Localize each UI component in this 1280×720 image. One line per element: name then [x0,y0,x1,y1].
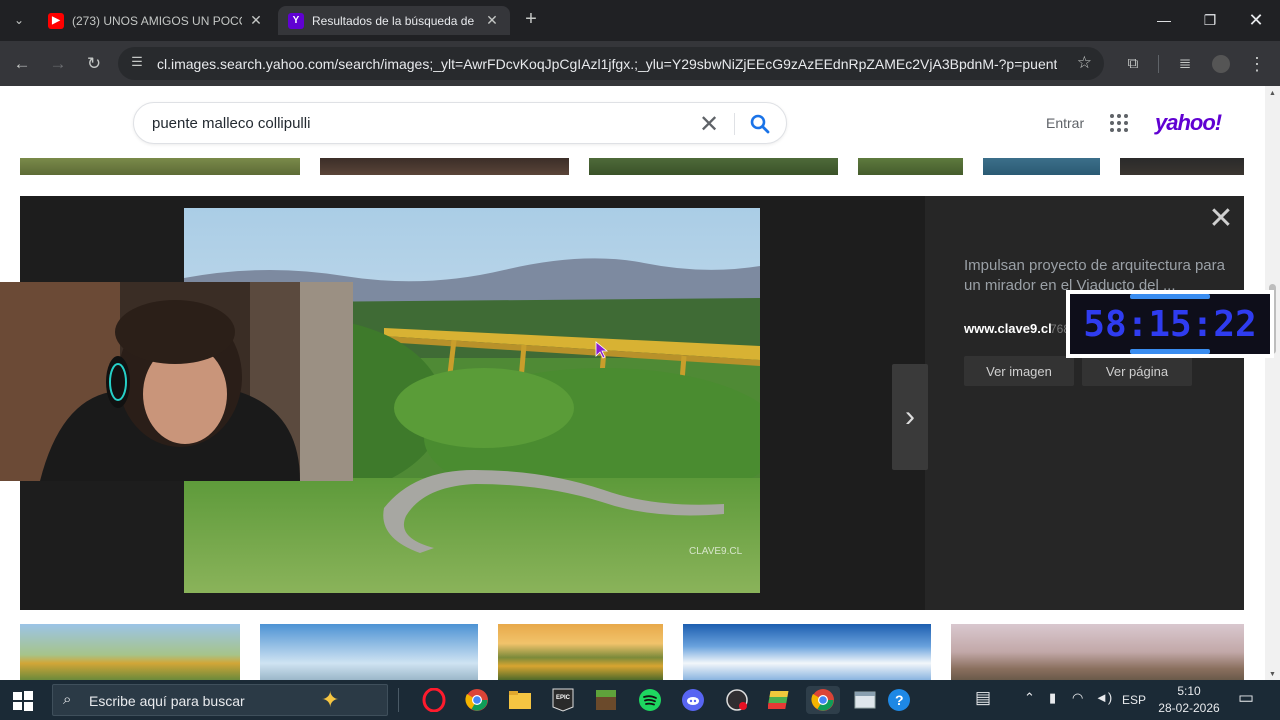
discord-icon[interactable] [678,686,708,714]
profile-avatar[interactable] [1208,51,1234,77]
spotify-icon[interactable] [635,686,665,714]
youtube-icon: ▶ [48,12,64,29]
opera-icon[interactable] [419,686,449,714]
extensions-icon[interactable]: ⧉ [1120,51,1146,77]
menu-kebab-icon[interactable]: ⋮ [1244,51,1270,77]
result-thumbnail[interactable] [20,624,240,680]
clear-search-icon[interactable]: ✕ [699,110,719,139]
timer-tick [1130,294,1210,299]
search-icon[interactable] [748,112,772,136]
search-box[interactable]: puente malleco collipulli ✕ [133,102,787,144]
next-image-button[interactable]: › [892,364,928,470]
microphone-icon[interactable]: ▮ [1049,690,1056,706]
bluestacks-icon[interactable] [765,686,795,714]
url-text[interactable]: cl.images.search.yahoo.com/search/images… [157,56,1057,72]
result-thumbnail[interactable] [589,158,838,175]
app-window-icon[interactable] [850,686,880,714]
scroll-up-icon[interactable]: ▲ [1269,90,1276,97]
yahoo-logo[interactable]: yahoo! [1155,110,1222,136]
forward-icon[interactable]: → [45,51,71,77]
notifications-icon[interactable]: ▭ [1238,688,1254,708]
sparkle-icon: ✦ [321,687,340,712]
apps-grid-icon[interactable] [1110,114,1128,132]
close-window-icon[interactable]: ✕ [1244,8,1268,32]
image-watermark: CLAVE9.CL [689,546,743,557]
view-page-button[interactable]: Ver página [1082,356,1192,386]
yahoo-favicon: Y [288,12,304,29]
svg-text:EPIC: EPIC [556,695,571,701]
tray-overflow-icon[interactable]: ⌃ [1024,690,1035,706]
close-tab-icon[interactable]: ✕ [248,12,264,29]
timer-value: 58:15:22 [1083,303,1257,345]
taskbar-search-placeholder[interactable]: Escribe aquí para buscar [89,693,245,709]
tab-bar: ⌄ ▶ (273) UNOS AMIGOS UN POCO ✕ Y Result… [0,0,1280,41]
windows-taskbar: ⌕ Escribe aquí para buscar ✦ EPIC ? ▤ ⌃ … [0,680,1280,720]
result-thumbnail[interactable] [1120,158,1244,175]
restore-icon[interactable]: ❐ [1198,8,1222,32]
close-tab-icon[interactable]: ✕ [484,12,500,29]
result-thumbnail[interactable] [858,158,963,175]
result-thumbnail[interactable] [20,158,300,175]
mouse-cursor-icon [595,341,609,359]
obs-icon[interactable] [722,686,752,714]
svg-text:?: ? [895,692,904,708]
tab-search-button[interactable]: ⌄ [6,8,32,32]
taskbar-divider [398,688,399,712]
chrome-icon[interactable] [462,686,492,714]
news-widget-icon[interactable]: ▤ [975,688,991,708]
file-explorer-icon[interactable] [505,686,535,714]
close-preview-icon[interactable]: ✕ [1208,204,1234,234]
address-bar[interactable]: ☰ cl.images.search.yahoo.com/search/imag… [118,47,1104,80]
toolbar-divider [1158,55,1159,73]
reload-icon[interactable]: ↻ [81,51,107,77]
windows-start-icon[interactable] [12,690,34,712]
preview-domain[interactable]: www.clave9.cl [964,321,1052,336]
search-input[interactable]: puente malleco collipulli [152,115,310,132]
minecraft-icon[interactable] [591,686,621,714]
bookmark-star-icon[interactable]: ☆ [1077,53,1092,73]
webcam-overlay [0,282,353,481]
site-info-icon[interactable]: ☰ [128,54,146,72]
browser-toolbar: ← → ↻ ☰ cl.images.search.yahoo.com/searc… [0,41,1280,86]
result-thumbnail[interactable] [983,158,1100,175]
chrome-active-icon[interactable] [806,686,840,714]
clock-time: 5:10 [1177,684,1201,698]
media-control-icon[interactable]: ≣ [1172,51,1198,77]
tab-title: (273) UNOS AMIGOS UN POCO [72,13,242,28]
scroll-down-icon[interactable]: ▼ [1269,671,1276,678]
result-thumbnail[interactable] [683,624,931,680]
epic-games-icon[interactable]: EPIC [548,686,578,714]
result-thumbnail[interactable] [498,624,663,680]
tab-yahoo-results[interactable]: Y Resultados de la búsqueda de i ✕ [278,6,510,35]
help-icon[interactable]: ? [884,686,914,714]
taskbar-search-box[interactable]: ⌕ Escribe aquí para buscar ✦ [52,684,388,716]
wifi-icon[interactable]: ◠ [1072,690,1083,706]
new-tab-button[interactable]: + [520,8,542,32]
minimize-icon[interactable]: — [1152,8,1176,32]
clock-date: 28-02-2026 [1158,701,1220,715]
language-indicator[interactable]: ESP [1122,693,1146,707]
volume-icon[interactable]: ◄) [1095,690,1112,705]
search-divider [734,113,735,135]
result-thumbnail[interactable] [320,158,569,175]
system-clock[interactable]: 5:10 28-02-2026 [1146,683,1232,717]
back-icon[interactable]: ← [9,51,35,77]
search-icon: ⌕ [63,691,72,708]
tab-title: Resultados de la búsqueda de i [312,13,478,28]
tab-youtube[interactable]: ▶ (273) UNOS AMIGOS UN POCO ✕ [38,6,274,35]
view-image-button[interactable]: Ver imagen [964,356,1074,386]
page-scrollbar[interactable]: ▲ ▼ [1265,86,1280,680]
timer-overlay: 58:15:22 [1066,290,1274,358]
result-thumbnail[interactable] [260,624,478,680]
signin-link[interactable]: Entrar [1046,115,1084,131]
timer-tick [1130,349,1210,354]
result-thumbnail[interactable] [951,624,1244,680]
